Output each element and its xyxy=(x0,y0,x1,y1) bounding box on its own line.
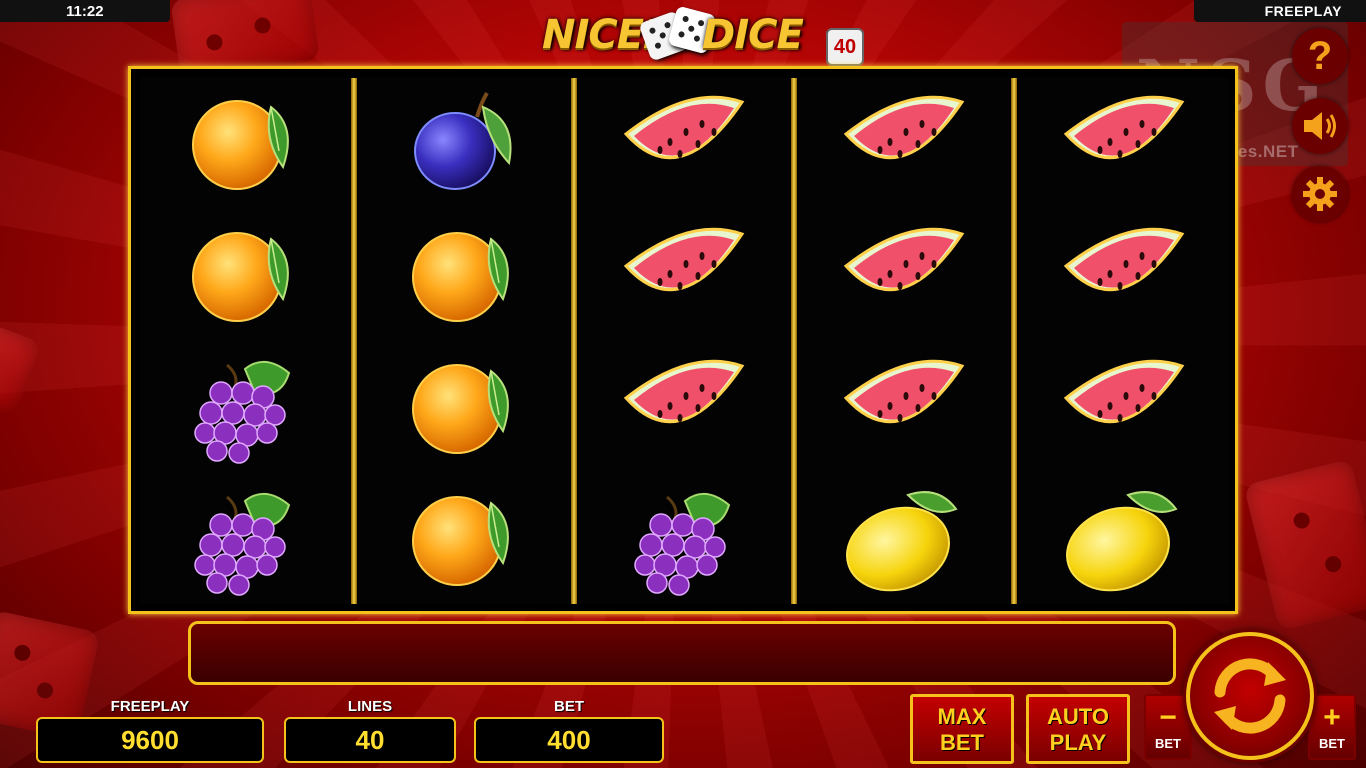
lemon-symbol xyxy=(1020,474,1230,606)
watermelon-symbol xyxy=(1020,78,1230,210)
plum-symbol xyxy=(360,78,570,210)
reel-4 xyxy=(800,78,1010,604)
watermelon-symbol xyxy=(800,78,1010,210)
watermelon-symbol xyxy=(800,210,1010,342)
auto-play-line2: PLAY xyxy=(1049,730,1107,755)
auto-play-line1: AUTO xyxy=(1047,704,1109,729)
mode-bar: FREEPLAY xyxy=(1194,0,1366,22)
bet-increase-button[interactable]: + BET xyxy=(1308,694,1356,760)
reel-divider xyxy=(1011,78,1017,604)
grapes-symbol xyxy=(140,474,350,606)
reel-3 xyxy=(580,78,790,604)
bet-value: 400 xyxy=(474,717,664,763)
watermelon-symbol xyxy=(1020,210,1230,342)
orange-symbol xyxy=(360,474,570,606)
max-bet-button[interactable]: MAX BET xyxy=(910,694,1014,764)
reel-divider xyxy=(791,78,797,604)
auto-play-button[interactable]: AUTO PLAY xyxy=(1026,694,1130,764)
grapes-symbol xyxy=(140,342,350,474)
lines-label: LINES xyxy=(347,698,393,715)
clock-bar: 11:22 xyxy=(0,0,170,22)
minus-icon: − xyxy=(1159,701,1177,734)
max-bet-line1: MAX xyxy=(937,704,987,729)
spin-arrows-icon xyxy=(1214,658,1286,734)
watermelon-symbol xyxy=(1020,342,1230,474)
sound-button[interactable] xyxy=(1292,98,1348,154)
reel-divider xyxy=(571,78,577,604)
orange-symbol xyxy=(360,342,570,474)
watermelon-symbol xyxy=(580,210,790,342)
message-bar xyxy=(188,621,1176,685)
grapes-symbol xyxy=(580,474,790,606)
bet-decrease-label: BET xyxy=(1155,736,1181,751)
watermelon-symbol xyxy=(580,342,790,474)
logo-lines-badge: 40 xyxy=(826,28,864,66)
settings-button[interactable] xyxy=(1292,166,1348,222)
freeplay-label: FREEPLAY xyxy=(110,698,190,715)
background-die-right xyxy=(1243,458,1366,632)
clock: 11:22 xyxy=(66,3,104,20)
max-bet-line2: BET xyxy=(940,730,984,755)
reel-2 xyxy=(360,78,570,604)
sound-icon xyxy=(1304,112,1336,140)
reel-5 xyxy=(1020,78,1230,604)
orange-symbol xyxy=(140,78,350,210)
plus-icon: + xyxy=(1323,701,1341,734)
spin-button[interactable] xyxy=(1186,632,1314,760)
help-icon: ? xyxy=(1307,34,1333,78)
reels-area xyxy=(128,66,1238,614)
freeplay-value: 9600 xyxy=(36,717,264,763)
bet-decrease-button[interactable]: − BET xyxy=(1144,694,1192,760)
reel-1 xyxy=(140,78,350,604)
lines-value[interactable]: 40 xyxy=(284,717,456,763)
settings-icon xyxy=(1303,177,1337,211)
watermelon-symbol xyxy=(580,78,790,210)
lemon-symbol xyxy=(800,474,1010,606)
orange-symbol xyxy=(140,210,350,342)
game-logo: NICER DICE 40 xyxy=(536,5,866,68)
help-button[interactable]: ? xyxy=(1292,28,1348,84)
background-die-left-mid xyxy=(0,322,42,418)
watermelon-symbol xyxy=(800,342,1010,474)
bet-label: BET xyxy=(554,698,584,715)
orange-symbol xyxy=(360,210,570,342)
reel-divider xyxy=(351,78,357,604)
logo-word-dice: DICE xyxy=(702,12,804,58)
bet-increase-label: BET xyxy=(1319,736,1345,751)
play-mode-label: FREEPLAY xyxy=(1264,3,1342,19)
